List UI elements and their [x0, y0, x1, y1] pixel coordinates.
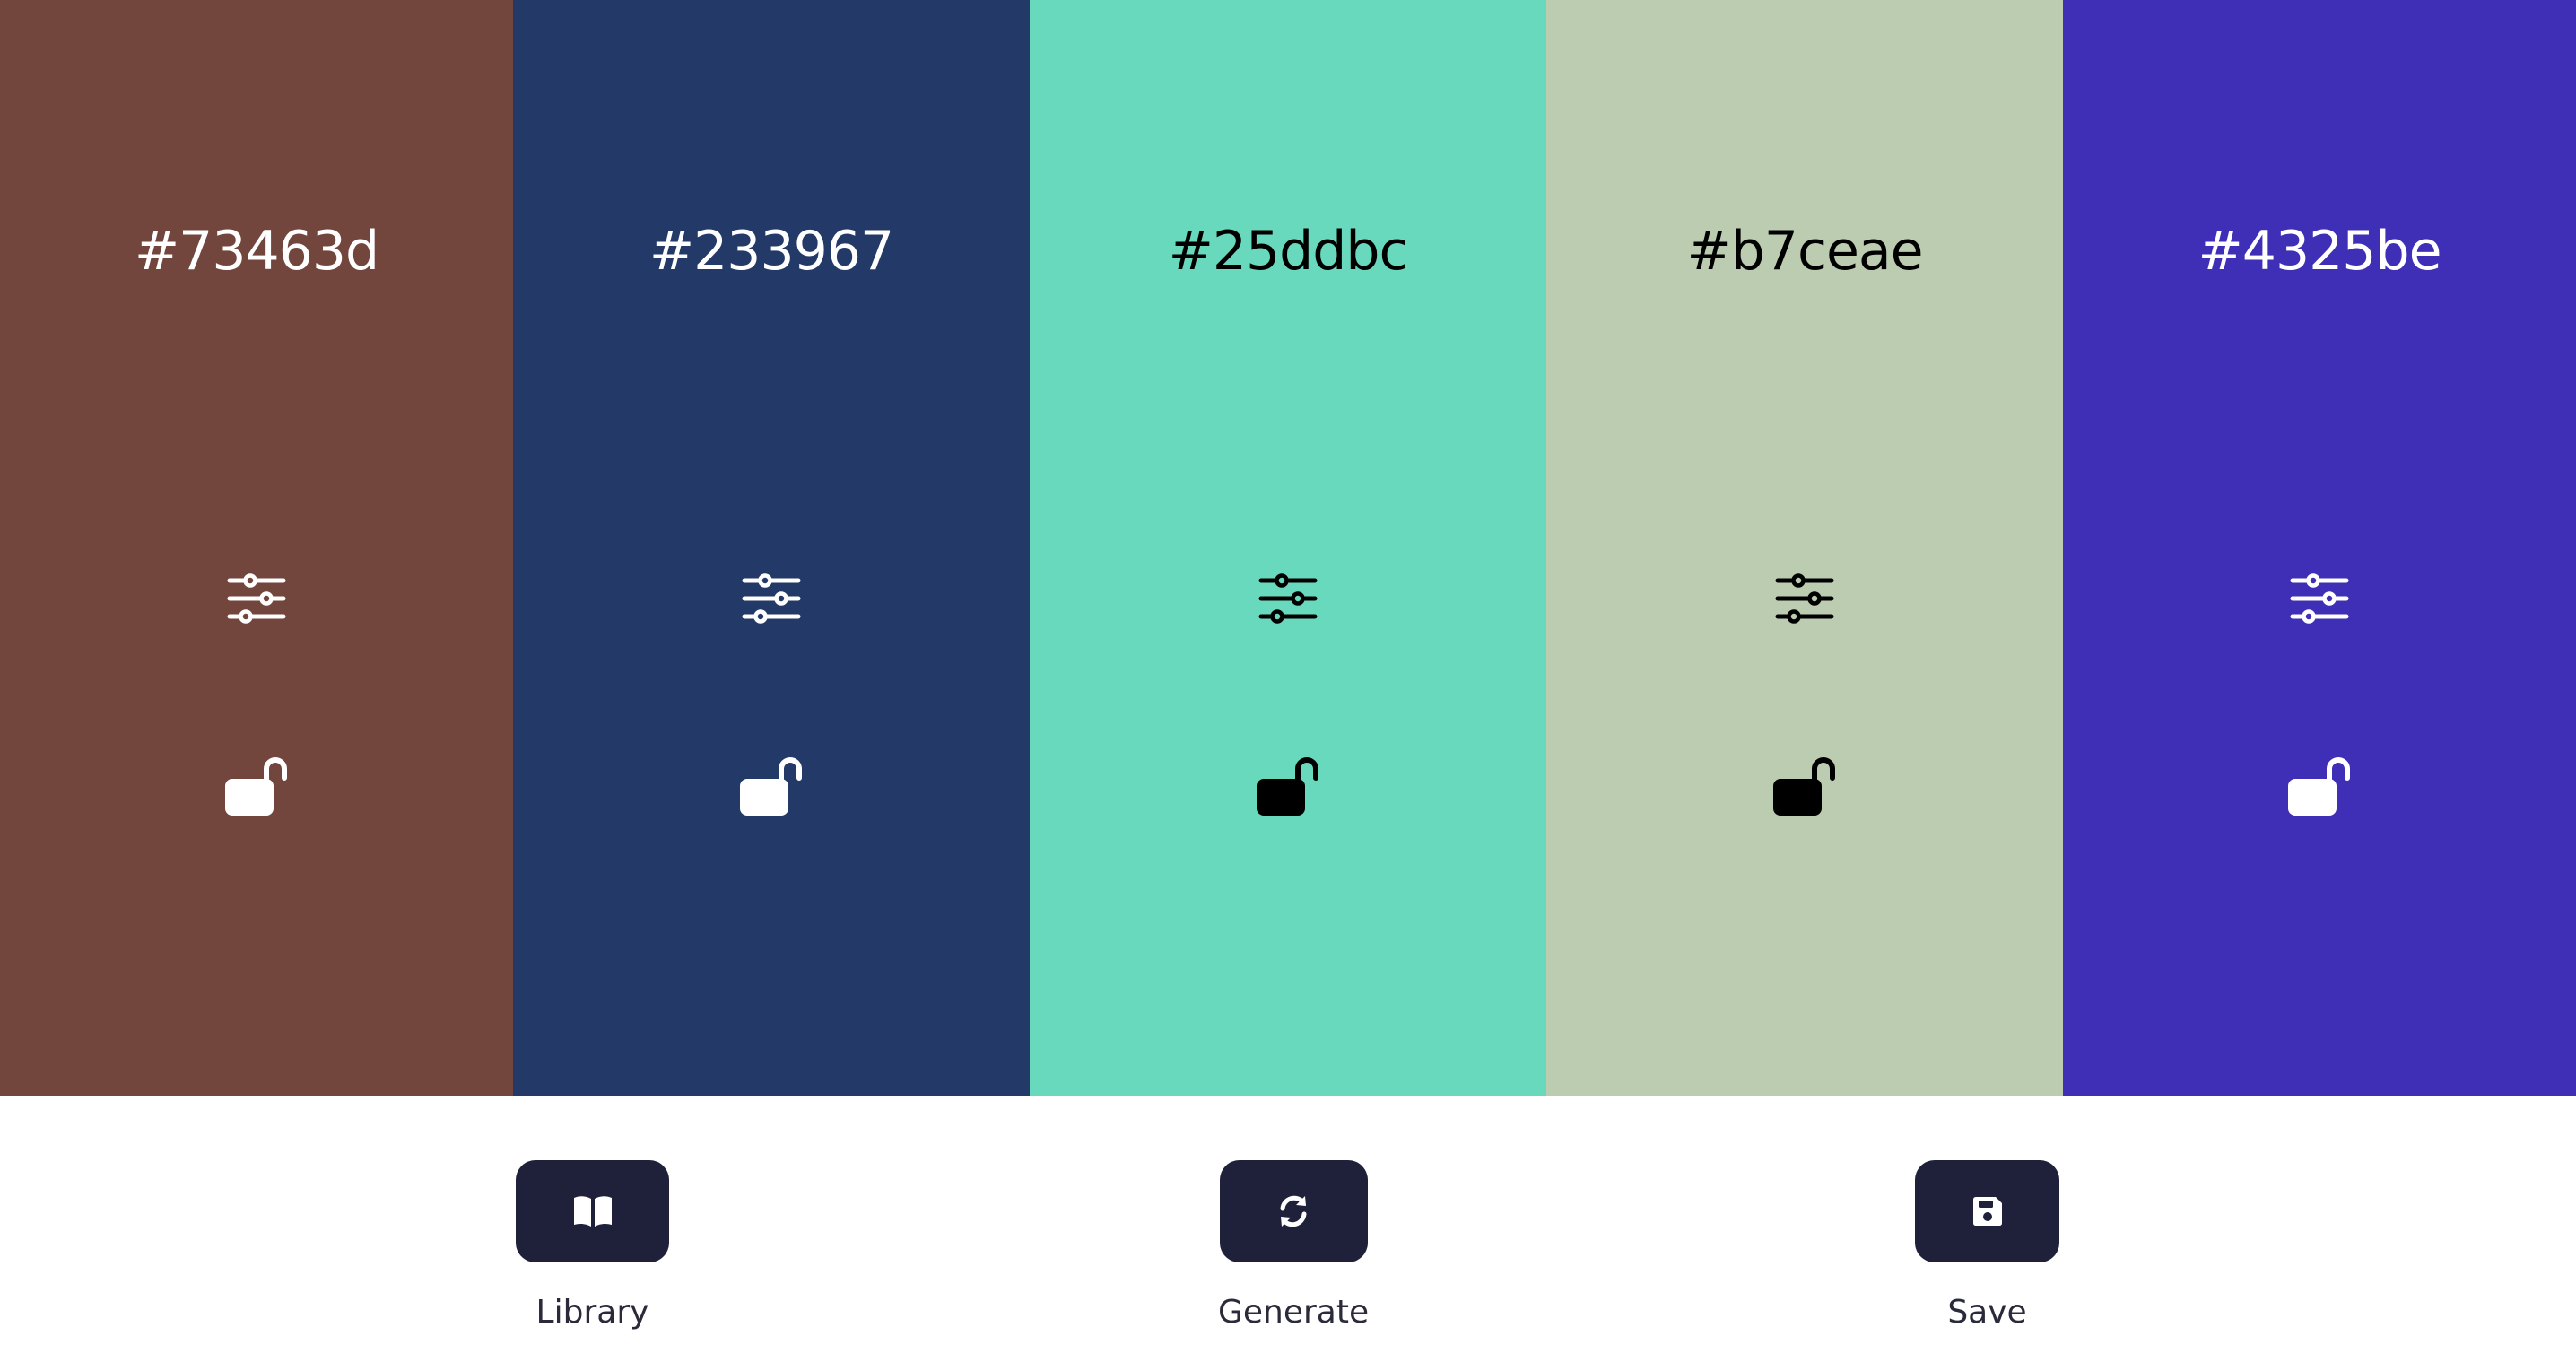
palette-generator-app: #73463d #233967 #25ddbc #b7ceae #4325be Libr… — [0, 0, 2576, 1371]
lock-toggle-button[interactable] — [1767, 749, 1842, 825]
hex-code-label[interactable]: #4325be — [2063, 215, 2576, 287]
floppy-disk-icon — [1972, 1197, 2002, 1226]
lock-toggle-button[interactable] — [2282, 749, 2357, 825]
save-label: Save — [1947, 1294, 2027, 1331]
color-swatch[interactable]: #4325be — [2063, 0, 2576, 1096]
sliders-icon — [2290, 573, 2349, 624]
library-tool: Library — [516, 1160, 669, 1334]
unlock-icon — [225, 757, 287, 816]
lock-toggle-button[interactable] — [219, 749, 294, 825]
unlock-icon — [1773, 757, 1835, 816]
save-tool: Save — [1915, 1160, 2059, 1334]
hex-code-label[interactable]: #b7ceae — [1546, 215, 2063, 287]
sliders-icon — [1258, 573, 1318, 624]
unlock-icon — [1257, 757, 1318, 816]
color-swatch[interactable]: #233967 — [513, 0, 1030, 1096]
hex-code-label[interactable]: #73463d — [0, 215, 513, 287]
color-swatch[interactable]: #b7ceae — [1546, 0, 2063, 1096]
generate-tool: Generate — [1218, 1160, 1369, 1334]
generate-label: Generate — [1218, 1294, 1370, 1331]
color-palette: #73463d #233967 #25ddbc #b7ceae #4325be — [0, 0, 2576, 1096]
bottom-toolbar: Library Generate Save — [0, 1096, 2576, 1371]
adjust-color-button[interactable] — [734, 561, 809, 636]
save-button[interactable] — [1915, 1160, 2059, 1262]
color-swatch[interactable]: #73463d — [0, 0, 513, 1096]
adjust-color-button[interactable] — [1250, 561, 1326, 636]
hex-code-label[interactable]: #25ddbc — [1030, 215, 1546, 287]
adjust-color-button[interactable] — [219, 561, 294, 636]
generate-button[interactable] — [1219, 1160, 1368, 1262]
lock-toggle-button[interactable] — [734, 749, 809, 825]
sliders-icon — [227, 573, 286, 624]
refresh-icon — [1280, 1195, 1307, 1227]
library-button[interactable] — [516, 1160, 669, 1262]
unlock-icon — [740, 757, 802, 816]
color-swatch[interactable]: #25ddbc — [1030, 0, 1546, 1096]
lock-toggle-button[interactable] — [1250, 749, 1326, 825]
hex-code-label[interactable]: #233967 — [513, 215, 1030, 287]
book-open-icon — [573, 1196, 612, 1227]
adjust-color-button[interactable] — [1767, 561, 1842, 636]
sliders-icon — [742, 573, 801, 624]
sliders-icon — [1775, 573, 1834, 624]
adjust-color-button[interactable] — [2282, 561, 2357, 636]
unlock-icon — [2288, 757, 2350, 816]
library-label: Library — [535, 1294, 649, 1331]
